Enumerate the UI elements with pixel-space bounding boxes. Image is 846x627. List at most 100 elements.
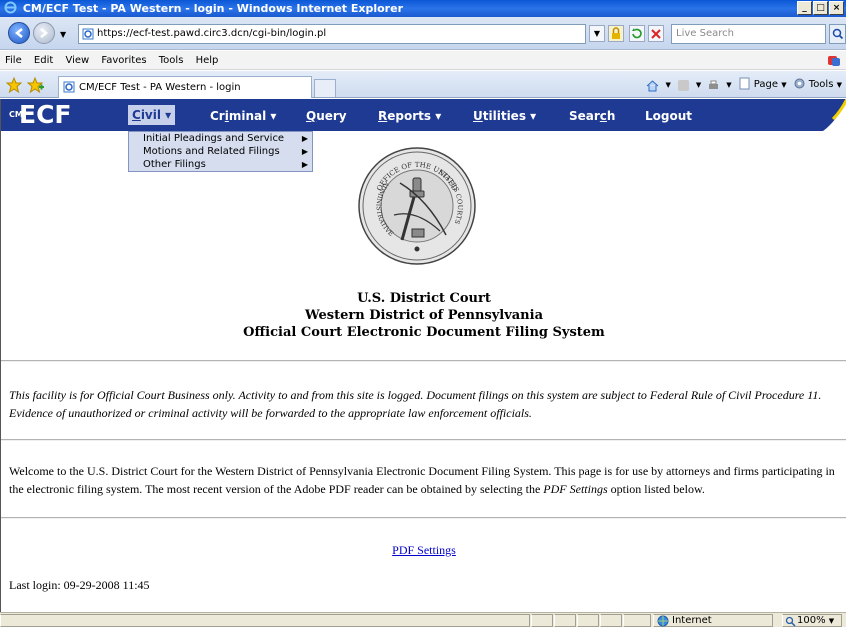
tools-menu[interactable]: Tools ▼ <box>793 77 842 93</box>
tab-title: CM/ECF Test - PA Western - login <box>79 82 241 93</box>
nav-utilities[interactable]: Utilities ▾ <box>473 99 536 131</box>
status-text-cell <box>0 614 530 627</box>
zoom-icon <box>785 616 796 627</box>
window-title: CM/ECF Test - PA Western - login - Windo… <box>22 2 403 15</box>
civil-dropdown-menu: Initial Pleadings and Service ▶ Motions a… <box>128 131 313 172</box>
print-icon[interactable] <box>707 79 720 92</box>
translate-icon[interactable] <box>826 54 842 67</box>
divider <box>1 439 846 441</box>
page-viewport: CMECF Civil ▾ Criminal ▾ Query Reports ▾… <box>0 99 846 612</box>
page-menu[interactable]: Page ▼ <box>738 77 787 93</box>
menu-help[interactable]: Help <box>196 51 219 70</box>
zoom-dropdown-icon: ▼ <box>828 617 835 625</box>
corner-wave-decoration <box>823 99 846 131</box>
menu-item-label: Motions and Related Filings <box>143 146 280 157</box>
security-zone[interactable]: Internet <box>653 614 773 627</box>
search-icon <box>832 28 844 40</box>
menu-item-motions[interactable]: Motions and Related Filings ▶ <box>129 145 312 158</box>
security-zone-label: Internet <box>672 615 712 626</box>
menu-item-other-filings[interactable]: Other Filings ▶ <box>129 158 312 171</box>
history-dropdown-icon[interactable]: ▼ <box>60 30 66 39</box>
feeds-icon[interactable] <box>677 79 690 92</box>
home-icon[interactable] <box>646 79 659 92</box>
search-button[interactable] <box>829 24 846 44</box>
nav-query[interactable]: Query <box>306 99 347 131</box>
menu-bar: File Edit View Favorites Tools Help <box>0 51 846 70</box>
last-login-text: Last login: 09-29-2008 11:45 <box>9 578 150 592</box>
tab-toolbar: CM/ECF Test - PA Western - login ▼ ▼ ▼ P… <box>0 71 846 98</box>
new-tab-button[interactable] <box>314 79 336 97</box>
address-url: https://ecf-test.pawd.circ3.dcn/cgi-bin/… <box>97 28 327 39</box>
heading-system: Official Court Electronic Document Filin… <box>243 325 605 340</box>
nav-search[interactable]: Search <box>569 99 615 131</box>
ecf-logo-prefix: CM <box>9 110 23 119</box>
page-icon <box>739 77 750 90</box>
stop-icon[interactable] <box>648 25 664 42</box>
menu-item-label: Other Filings <box>143 159 206 170</box>
status-bar: Internet 100% ▼ <box>0 612 846 627</box>
address-dropdown-button[interactable]: ▼ <box>589 25 605 42</box>
ie-logo-icon <box>4 1 17 14</box>
nav-civil[interactable]: Civil ▾ <box>128 105 176 125</box>
menu-item-initial-pleadings[interactable]: Initial Pleadings and Service ▶ <box>129 132 312 145</box>
menu-view[interactable]: View <box>65 51 89 70</box>
tools-menu-label: Tools <box>808 79 834 90</box>
forward-arrow-icon <box>40 28 49 38</box>
back-button[interactable] <box>8 22 30 44</box>
welcome-text: Welcome to the U.S. District Court for t… <box>9 464 835 496</box>
pdf-settings-link[interactable]: PDF Settings <box>1 543 846 558</box>
ie-page-icon <box>63 81 75 93</box>
address-input[interactable]: https://ecf-test.pawd.circ3.dcn/cgi-bin/… <box>78 24 586 44</box>
address-toolbar: ▼ https://ecf-test.pawd.circ3.dcn/cgi-bi… <box>0 17 846 50</box>
minimize-button[interactable]: _ <box>797 1 812 15</box>
ecf-logo-text: ECF <box>19 100 72 129</box>
divider <box>1 360 846 362</box>
tab-current-page[interactable]: CM/ECF Test - PA Western - login <box>58 76 312 98</box>
nav-criminal[interactable]: Criminal ▾ <box>210 99 276 131</box>
search-input[interactable]: Live Search <box>671 24 826 44</box>
status-cell <box>554 614 576 627</box>
menu-favorites[interactable]: Favorites <box>101 51 146 70</box>
zoom-control[interactable]: 100% ▼ <box>782 614 842 627</box>
official-use-notice: This facility is for Official Court Busi… <box>9 388 822 420</box>
gear-icon <box>794 78 805 89</box>
menu-item-label: Initial Pleadings and Service <box>143 133 285 144</box>
nav-reports[interactable]: Reports ▾ <box>378 99 441 131</box>
menu-edit[interactable]: Edit <box>34 51 53 70</box>
menu-file[interactable]: File <box>5 51 22 70</box>
pdf-settings-link-text: PDF Settings <box>392 543 456 557</box>
ecf-menu-bar: CMECF Civil ▾ Criminal ▾ Query Reports ▾… <box>1 99 846 131</box>
zoom-level: 100% <box>797 615 826 626</box>
page-menu-label: Page <box>753 79 779 90</box>
favorites-star-icon[interactable] <box>6 77 22 93</box>
print-dropdown-icon[interactable]: ▼ <box>726 77 731 93</box>
status-cell <box>577 614 599 627</box>
heading-district: Western District of Pennsylvania <box>305 308 543 323</box>
refresh-icon[interactable] <box>629 25 645 42</box>
status-cell <box>531 614 553 627</box>
back-arrow-icon <box>14 28 23 38</box>
heading-court: U.S. District Court <box>357 291 491 306</box>
lock-icon[interactable] <box>608 25 624 42</box>
globe-icon <box>657 615 669 627</box>
feeds-dropdown-icon[interactable]: ▼ <box>696 77 701 93</box>
submenu-arrow-icon: ▶ <box>301 160 308 169</box>
nav-logout[interactable]: Logout <box>645 99 692 131</box>
welcome-paragraph: Welcome to the U.S. District Court for t… <box>9 462 846 498</box>
home-dropdown-icon[interactable]: ▼ <box>665 77 670 93</box>
window-title-bar: CM/ECF Test - PA Western - login - Windo… <box>0 0 846 17</box>
forward-button[interactable] <box>33 22 55 44</box>
maximize-button[interactable]: □ <box>813 1 828 15</box>
add-favorite-icon[interactable] <box>27 77 45 93</box>
welcome-text-end: option listed below. <box>607 482 705 496</box>
submenu-arrow-icon: ▶ <box>301 147 308 156</box>
ie-page-icon <box>82 28 94 40</box>
submenu-arrow-icon: ▶ <box>301 134 308 143</box>
menu-tools[interactable]: Tools <box>159 51 184 70</box>
close-window-button[interactable]: × <box>829 1 844 15</box>
ecf-logo: CMECF <box>9 101 72 129</box>
divider <box>1 517 846 519</box>
command-bar: ▼ ▼ ▼ Page ▼ Tools ▼ <box>646 77 842 93</box>
court-seal-image: OFFICE OF THE UNITED ADMINISTRATIVE STAT… <box>358 147 476 265</box>
search-placeholder: Live Search <box>676 28 734 39</box>
